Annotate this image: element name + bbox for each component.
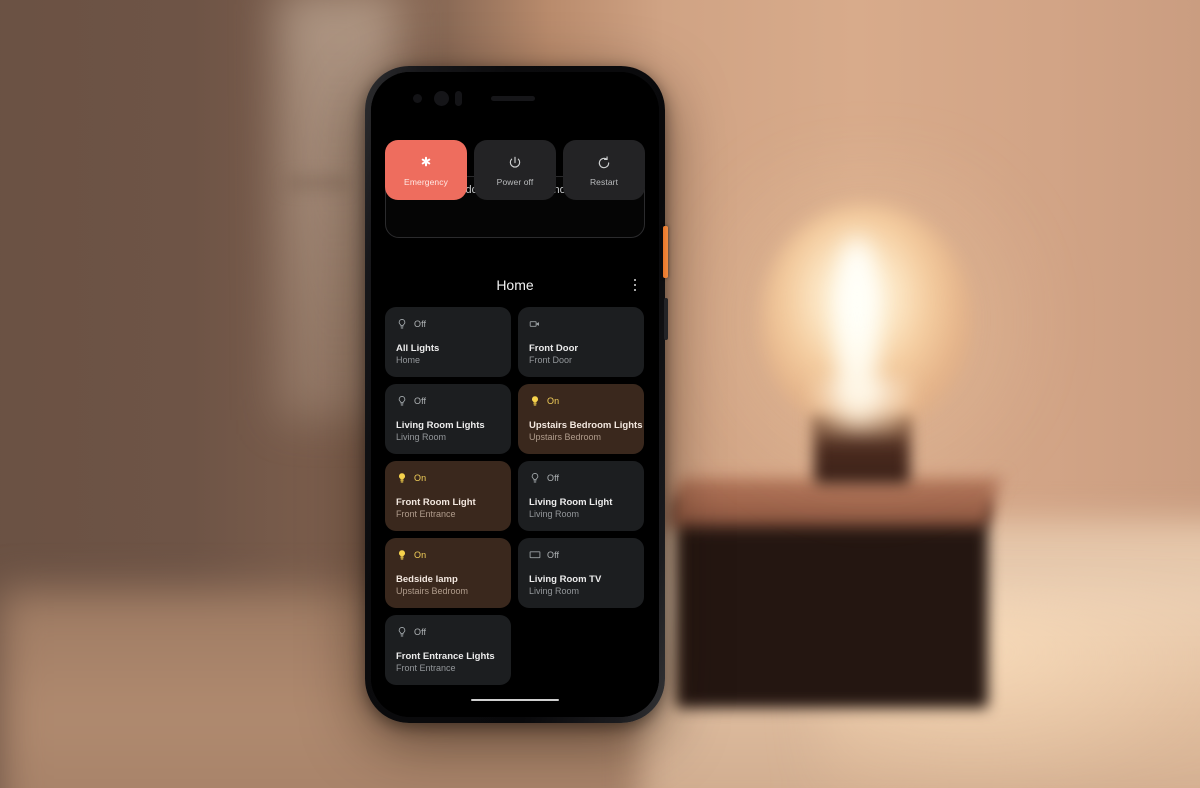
power-off-button[interactable]: Power off xyxy=(474,140,556,200)
device-room: Upstairs Bedroom xyxy=(529,432,602,442)
device-room: Living Room xyxy=(529,586,580,596)
device-room: Living Room xyxy=(529,509,580,519)
status-badge: Off xyxy=(414,627,427,637)
phone-device: Add a payment method Emergency xyxy=(365,66,668,723)
phone-screen: Add a payment method Emergency xyxy=(371,124,659,717)
phone-screen-bezel: Add a payment method Emergency xyxy=(371,72,659,717)
device-card[interactable]: Off All Lights Home xyxy=(385,307,511,377)
status-badge: On xyxy=(547,396,560,406)
status-badge: Off xyxy=(547,550,560,560)
device-room: Home xyxy=(396,355,421,365)
device-card[interactable]: On Upstairs Bedroom Lights Upstairs Bedroo… xyxy=(518,384,644,454)
bulb-filled-icon xyxy=(396,549,408,561)
card-status-row: On xyxy=(396,548,500,562)
device-room: Front Door xyxy=(529,355,573,365)
status-badge: Off xyxy=(414,319,427,329)
card-status-row: On xyxy=(529,394,633,408)
more-vertical-icon[interactable] xyxy=(627,277,643,293)
device-card[interactable]: Front Door Front Door xyxy=(518,307,644,377)
tv-icon xyxy=(529,549,541,561)
device-name: Front Room Light xyxy=(396,497,476,508)
bulb-filled-icon xyxy=(529,395,541,407)
emergency-label: Emergency xyxy=(404,176,448,187)
background-left-panel-edge xyxy=(286,178,348,188)
ambient-sensor-icon xyxy=(455,91,462,106)
device-name: Living Room Lights xyxy=(396,420,485,431)
app-header: Home xyxy=(371,266,659,304)
bulb-filled-icon xyxy=(396,472,408,484)
device-name: Living Room TV xyxy=(529,574,602,585)
bulb-outline-icon xyxy=(529,472,541,484)
card-status-row: Off xyxy=(396,625,500,639)
restart-button[interactable]: Restart xyxy=(563,140,645,200)
device-name: Front Door xyxy=(529,343,579,354)
device-card[interactable]: Off Living Room TV Living Room xyxy=(518,538,644,608)
emergency-button[interactable]: Emergency xyxy=(385,140,467,200)
card-status-row: On xyxy=(396,471,500,485)
power-menu: Emergency Power off Restart xyxy=(385,140,645,200)
device-card-grid: Off All Lights Home Front Door Front Door Off… xyxy=(385,307,645,685)
device-card[interactable]: Off Living Room Light Living Room xyxy=(518,461,644,531)
status-badge: Off xyxy=(547,473,560,483)
background-bulb-filament xyxy=(836,228,878,424)
card-status-row: Off xyxy=(529,471,633,485)
device-name: Living Room Light xyxy=(529,497,613,508)
card-status-row xyxy=(529,317,633,331)
card-status-row: Off xyxy=(396,394,500,408)
card-status-row: Off xyxy=(396,317,500,331)
restart-icon xyxy=(595,154,613,172)
device-name: Front Entrance Lights xyxy=(396,651,495,662)
status-badge: On xyxy=(414,550,427,560)
device-room: Upstairs Bedroom xyxy=(396,586,469,596)
front-camera-icon xyxy=(434,91,449,106)
device-card[interactable]: On Bedside lamp Upstairs Bedroom xyxy=(385,538,511,608)
power-icon xyxy=(506,154,524,172)
asterisk-icon xyxy=(417,154,435,172)
camera-icon xyxy=(529,318,541,330)
device-card[interactable]: On Front Room Light Front Entrance xyxy=(385,461,511,531)
device-card[interactable]: Off Living Room Lights Living Room xyxy=(385,384,511,454)
device-card[interactable]: Off Front Entrance Lights Front Entrance xyxy=(385,615,511,685)
proximity-sensor-icon xyxy=(413,94,422,103)
volume-side-button[interactable] xyxy=(664,298,668,340)
device-name: Bedside lamp xyxy=(396,574,458,585)
power-off-label: Power off xyxy=(496,176,534,187)
status-badge: Off xyxy=(414,396,427,406)
card-status-row: Off xyxy=(529,548,633,562)
restart-label: Restart xyxy=(589,176,619,187)
bulb-outline-icon xyxy=(396,626,408,638)
device-name: All Lights xyxy=(396,343,440,354)
device-name: Upstairs Bedroom Lights xyxy=(529,420,643,431)
device-room: Living Room xyxy=(396,432,447,442)
power-side-button[interactable] xyxy=(663,226,668,278)
bulb-outline-icon xyxy=(396,318,408,330)
page-title: Home xyxy=(496,277,534,293)
device-room: Front Entrance xyxy=(396,509,456,519)
device-room: Front Entrance xyxy=(396,663,456,673)
earpiece-speaker-icon xyxy=(491,96,535,101)
home-gesture-bar[interactable] xyxy=(471,698,559,701)
phone-top-bezel xyxy=(371,72,659,124)
status-badge: On xyxy=(414,473,427,483)
bulb-outline-icon xyxy=(396,395,408,407)
